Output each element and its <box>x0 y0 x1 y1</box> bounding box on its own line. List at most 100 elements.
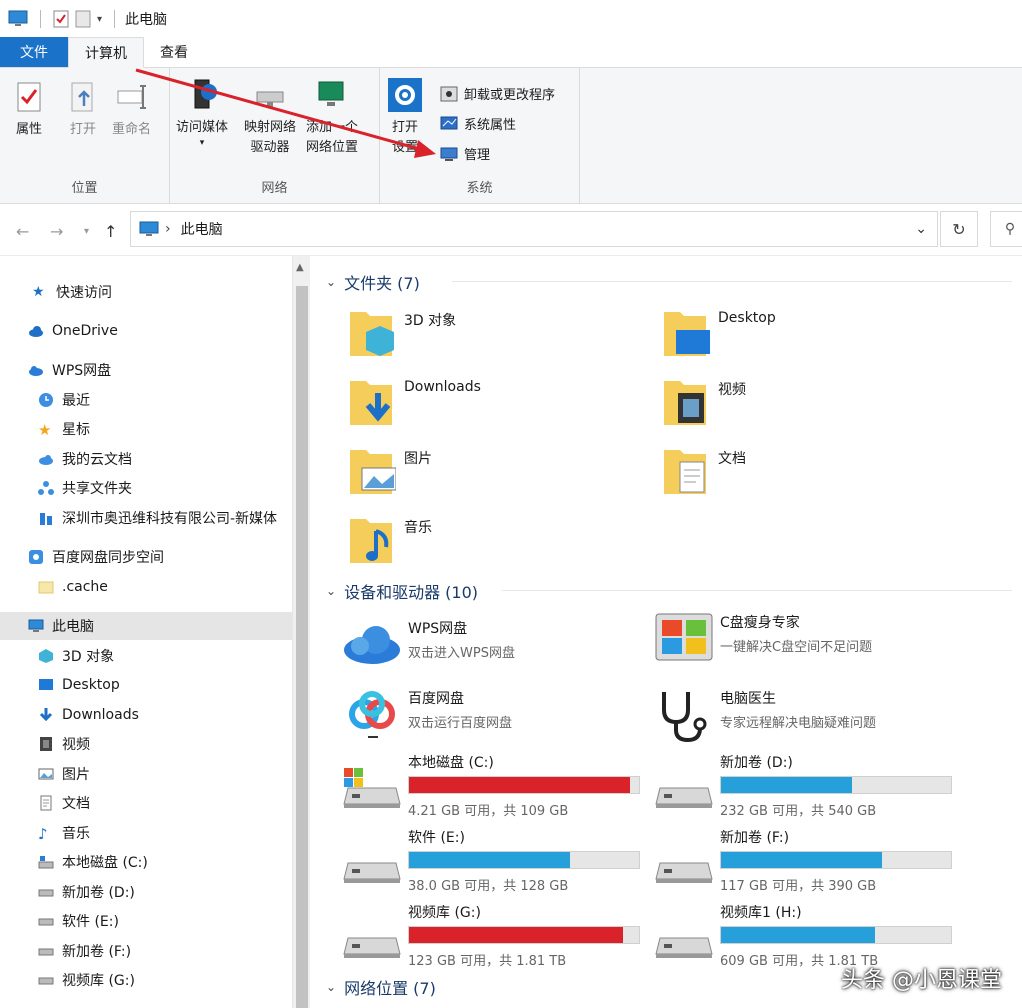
sidebar-item-baidu-sync[interactable]: 百度网盘同步空间 <box>0 543 292 571</box>
device-name: WPS网盘 <box>408 621 468 637</box>
properties-checkmark-icon[interactable] <box>53 10 69 28</box>
device-c-drive-cleaner[interactable]: C盘瘦身专家 一键解决C盘空间不足问题 <box>654 612 872 668</box>
network-location-icon <box>318 81 344 106</box>
address-bar[interactable]: › 此电脑 ⌄ <box>130 211 938 247</box>
star-icon: ★ <box>38 421 52 439</box>
sidebar-item-my-cloud-docs[interactable]: 我的云文档 <box>0 445 292 473</box>
tab-computer[interactable]: 计算机 <box>68 37 144 68</box>
sidebar-item-quick-access[interactable]: ★ 快速访问 <box>0 278 292 306</box>
manage-button[interactable]: 管理 <box>440 144 490 163</box>
breadcrumb-chevron-icon[interactable]: › <box>165 221 171 237</box>
sidebar-item-downloads[interactable]: Downloads <box>0 701 292 729</box>
system-properties-label: 系统属性 <box>464 118 517 133</box>
sidebar-item-label: 视频库 (G:) <box>62 973 135 989</box>
drive-tile[interactable]: 新加卷 (D:) 232 GB 可用，共 540 GB <box>654 752 952 819</box>
properties-label: 属性 <box>15 122 42 137</box>
breadcrumb-this-pc[interactable]: 此电脑 <box>181 219 223 239</box>
sidebar-item-cache[interactable]: .cache <box>0 573 292 601</box>
drive-tile[interactable]: 软件 (E:) 38.0 GB 可用，共 128 GB <box>342 827 640 894</box>
sidebar-item-shared-folders[interactable]: 共享文件夹 <box>0 474 292 502</box>
building-icon <box>40 513 52 525</box>
map-network-drive-button[interactable]: 映射网络 驱动器 <box>244 78 296 158</box>
section-header-folders[interactable]: ⌄ 文件夹 (7) <box>326 270 420 294</box>
collapse-chevron-icon[interactable]: ⌄ <box>326 584 336 598</box>
sidebar-item-drive-f[interactable]: 新加卷 (F:) <box>0 937 292 965</box>
device-text: 电脑医生 专家远程解决电脑疑难问题 <box>720 688 876 731</box>
refresh-button[interactable]: ↻ <box>940 211 978 247</box>
device-name: 电脑医生 <box>720 691 776 707</box>
access-media-label: 访问媒体 <box>176 120 229 135</box>
device-wps-drive[interactable]: WPS网盘 双击进入WPS网盘 <box>342 618 515 674</box>
add-network-location-button[interactable]: 添加一个 网络位置 <box>306 78 358 158</box>
sidebar-item-3d-objects[interactable]: 3D 对象 <box>0 642 292 670</box>
c-drive-cleaner-icon <box>655 613 713 661</box>
system-drive-icon <box>343 768 401 808</box>
sidebar-item-drive-g[interactable]: 视频库 (G:) <box>0 966 292 994</box>
scroll-up-arrow-icon[interactable]: ▲ <box>296 262 304 273</box>
drive-tile[interactable]: 本地磁盘 (C:) 4.21 GB 可用，共 109 GB <box>342 752 640 819</box>
drive-usage-fill <box>721 927 876 943</box>
section-header-devices[interactable]: ⌄ 设备和驱动器 (10) <box>326 579 478 603</box>
address-dropdown-icon[interactable]: ⌄ <box>915 221 927 237</box>
sidebar-item-company[interactable]: 深圳市奥迅维科技有限公司-新媒体 <box>0 504 292 532</box>
drive-name: 新加卷 (D:) <box>720 755 793 771</box>
sidebar-item-desktop[interactable]: Desktop <box>0 671 292 699</box>
sidebar-item-music[interactable]: ♪ 音乐 <box>0 819 292 847</box>
sidebar-scrollbar[interactable]: ▲ <box>292 256 310 1008</box>
device-baidu-drive[interactable]: 百度网盘 双击运行百度网盘 <box>342 688 512 744</box>
section-header-network[interactable]: ⌄ 网络位置 (7) <box>326 975 436 999</box>
system-properties-button[interactable]: 系统属性 <box>440 114 516 133</box>
open-button[interactable]: 打开 <box>66 80 100 140</box>
drive-tile[interactable]: 视频库 (G:) 123 GB 可用，共 1.81 TB <box>342 902 640 969</box>
collapse-chevron-icon[interactable]: ⌄ <box>326 980 336 994</box>
properties-button[interactable]: 属性 <box>12 80 46 140</box>
new-folder-icon[interactable] <box>75 10 91 28</box>
sidebar-item-wps-drive[interactable]: WPS网盘 <box>0 356 292 384</box>
drive-tile[interactable]: 新加卷 (F:) 117 GB 可用，共 390 GB <box>654 827 952 894</box>
drive-text: 新加卷 (F:) 117 GB 可用，共 390 GB <box>720 827 952 894</box>
sidebar-item-onedrive[interactable]: OneDrive <box>0 317 292 345</box>
collapse-chevron-icon[interactable]: ⌄ <box>326 275 336 289</box>
drive-tile[interactable]: 视频库1 (H:) 609 GB 可用，共 1.81 TB <box>654 902 952 969</box>
up-arrow-icon[interactable]: ↑ <box>104 222 117 241</box>
drive-text: 视频库 (G:) 123 GB 可用，共 1.81 TB <box>408 902 640 969</box>
device-pc-doctor[interactable]: 电脑医生 专家远程解决电脑疑难问题 <box>654 688 876 744</box>
search-box[interactable]: ⚲ <box>990 211 1022 247</box>
ribbon-group-label: 系统 <box>466 181 493 196</box>
drive-usage-bar <box>720 776 952 794</box>
sidebar-item-starred[interactable]: ★ 星标 <box>0 415 292 443</box>
videos-folder-icon <box>664 381 706 425</box>
sidebar-item-recent[interactable]: 最近 <box>0 386 292 414</box>
ribbon: 属性 打开 重命名 位置 访问媒体 ▾ 映射网络 驱动器 添加一个 网络位置 网… <box>0 68 1022 204</box>
folder-icon <box>38 581 54 594</box>
recent-locations-chevron-icon[interactable]: ▾ <box>84 226 89 237</box>
access-media-button[interactable]: 访问媒体 ▾ <box>176 78 228 148</box>
sidebar-item-documents[interactable]: 文档 <box>0 789 292 817</box>
folder-downloads[interactable]: Downloads <box>348 375 481 431</box>
rename-button[interactable]: 重命名 <box>112 80 151 140</box>
tab-view[interactable]: 查看 <box>144 37 204 67</box>
folder-music[interactable]: 音乐 <box>348 513 432 569</box>
folder-videos[interactable]: 视频 <box>662 375 746 431</box>
tab-file[interactable]: 文件 <box>0 37 68 67</box>
customize-toolbar-dropdown-icon[interactable]: ▾ <box>97 14 102 25</box>
sidebar-item-videos[interactable]: 视频 <box>0 730 292 758</box>
sidebar-item-pictures[interactable]: 图片 <box>0 760 292 788</box>
scrollbar-thumb[interactable] <box>296 286 308 1008</box>
folder-3d-objects[interactable]: 3D 对象 <box>348 306 456 362</box>
sidebar-item-drive-e[interactable]: 软件 (E:) <box>0 907 292 935</box>
sidebar-item-drive-d[interactable]: 新加卷 (D:) <box>0 878 292 906</box>
open-settings-button[interactable]: 打开 设置 <box>388 78 422 158</box>
folder-pictures[interactable]: 图片 <box>348 444 432 500</box>
uninstall-program-button[interactable]: 卸载或更改程序 <box>440 84 555 103</box>
drive-text: 本地磁盘 (C:) 4.21 GB 可用，共 109 GB <box>408 752 640 819</box>
stethoscope-icon <box>662 692 707 743</box>
drive-free-space: 38.0 GB 可用，共 128 GB <box>408 879 569 894</box>
folder-desktop[interactable]: Desktop <box>662 306 776 362</box>
forward-arrow-icon[interactable]: → <box>50 222 63 241</box>
chevron-down-icon: ▾ <box>199 138 205 148</box>
sidebar-item-drive-c[interactable]: 本地磁盘 (C:) <box>0 848 292 876</box>
folder-documents[interactable]: 文档 <box>662 444 746 500</box>
back-arrow-icon[interactable]: ← <box>16 222 29 241</box>
sidebar-item-this-pc[interactable]: 此电脑 <box>0 612 292 640</box>
